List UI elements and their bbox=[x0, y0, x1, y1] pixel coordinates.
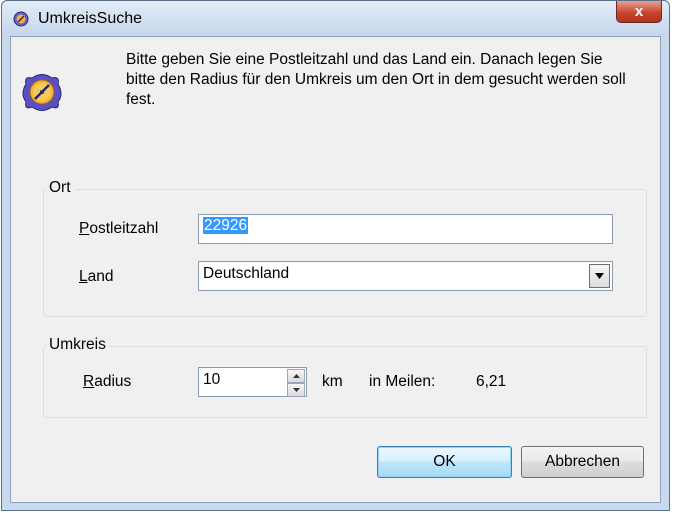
ort-group bbox=[43, 189, 647, 317]
intro-text: Bitte geben Sie eine Postleitzahl und da… bbox=[126, 51, 626, 108]
land-select[interactable]: Deutschland bbox=[198, 261, 613, 291]
postleitzahl-label: Postleitzahl bbox=[79, 220, 159, 237]
chevron-down-icon bbox=[595, 273, 604, 279]
cancel-button[interactable]: Abbrechen bbox=[521, 446, 644, 478]
umkreis-group bbox=[43, 346, 647, 418]
compass-icon bbox=[22, 74, 62, 111]
miles-value: 6,21 bbox=[476, 373, 507, 390]
radius-label: Radius bbox=[83, 373, 132, 390]
ort-group-label: Ort bbox=[47, 179, 75, 197]
postleitzahl-input[interactable]: 22926 bbox=[198, 214, 613, 244]
spin-down-button[interactable] bbox=[287, 383, 305, 397]
compass-icon bbox=[13, 11, 29, 27]
radius-value: 10 bbox=[203, 371, 221, 388]
radius-stepper[interactable]: 10 bbox=[198, 367, 307, 397]
title-bar[interactable]: UmkreisSuche x bbox=[2, 1, 669, 36]
umkreis-group-label: Umkreis bbox=[47, 336, 110, 354]
spin-up-button[interactable] bbox=[287, 369, 305, 383]
land-value: Deutschland bbox=[203, 265, 290, 282]
postleitzahl-value: 22926 bbox=[203, 217, 249, 234]
arrow-up-icon bbox=[292, 374, 300, 378]
dialog-window: UmkreisSuche x Bitte geben Sie eine Post… bbox=[1, 0, 670, 511]
close-button[interactable]: x bbox=[616, 1, 662, 23]
miles-label: in Meilen: bbox=[369, 373, 436, 390]
land-label: Land bbox=[79, 268, 114, 285]
close-icon: x bbox=[634, 3, 644, 20]
dropdown-button[interactable] bbox=[589, 264, 610, 288]
ok-button[interactable]: OK bbox=[377, 446, 512, 478]
dialog-body: Bitte geben Sie eine Postleitzahl und da… bbox=[10, 36, 661, 503]
arrow-down-icon bbox=[292, 388, 300, 392]
window-title: UmkreisSuche bbox=[38, 10, 143, 27]
unit-label: km bbox=[322, 373, 343, 390]
spin-buttons bbox=[287, 369, 305, 397]
